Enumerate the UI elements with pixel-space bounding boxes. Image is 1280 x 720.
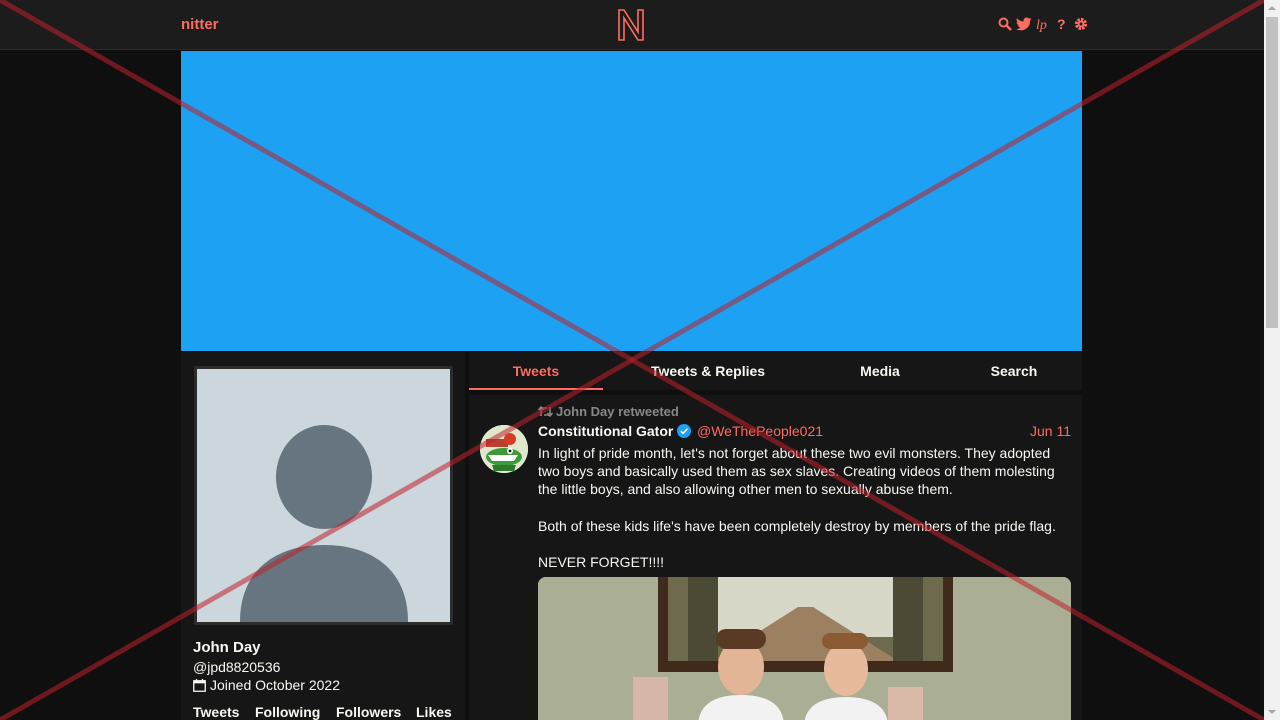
help-icon[interactable]: ? [1054,15,1070,33]
retweet-header: John Day retweeted [538,404,679,419]
profile-stats: Tweets Following Followers Likes [193,704,452,720]
tab-media[interactable]: Media [845,352,915,390]
svg-text:lp: lp [1036,18,1047,32]
tab-tweets-replies[interactable]: Tweets & Replies [639,352,777,390]
tweet-username[interactable]: @WeThePeople021 [697,423,823,439]
stat-following[interactable]: Following [255,704,336,720]
verified-icon [677,424,691,438]
tweet-text: In light of pride month, let's not forge… [538,445,1056,571]
tweet-fullname[interactable]: Constitutional Gator [538,423,673,439]
profile-username[interactable]: @jpd8820536 [193,659,280,675]
scroll-up-arrow-icon[interactable] [1268,4,1276,12]
profile-banner[interactable] [181,51,1082,351]
timeline-tabs: Tweets Tweets & Replies Media Search [469,352,1082,390]
tweet-avatar[interactable] [480,425,528,473]
nav-icons: lp ? [997,15,1089,33]
retweet-icon [538,406,553,417]
stat-tweets[interactable]: Tweets [193,704,255,720]
retweet-label[interactable]: John Day retweeted [556,404,679,419]
profile-fullname[interactable]: John Day [193,639,261,656]
profile-card: John Day @jpd8820536 Joined October 2022… [181,352,465,720]
nitter-logo[interactable] [617,8,645,47]
scroll-down-arrow-icon[interactable] [1268,708,1276,716]
joined-date: Joined October 2022 [210,677,340,693]
brand-link[interactable]: nitter [181,16,219,33]
stat-likes[interactable]: Likes [416,704,452,720]
default-avatar-icon [240,425,408,622]
timeline: John Day retweeted Constitutional Gator … [469,395,1082,720]
stat-followers[interactable]: Followers [336,704,416,720]
navbar: nitter lp ? [0,0,1264,50]
tweet-header: Constitutional Gator @WeThePeople021 Jun… [538,423,1071,441]
profile-joined: Joined October 2022 [193,677,340,693]
avatar[interactable] [197,369,450,622]
logo-n-icon [618,9,644,41]
tweet-image[interactable] [538,577,1071,720]
search-icon[interactable] [997,15,1013,33]
gear-icon[interactable] [1073,15,1089,33]
bird-icon[interactable] [1016,15,1032,33]
avatar-frame [194,366,453,625]
page-scrollbar[interactable] [1264,0,1280,720]
svg-text:?: ? [1057,17,1066,31]
gator-avatar-icon [480,425,528,473]
tweet-photo [538,577,1071,720]
lp-icon[interactable]: lp [1035,15,1051,33]
tweet-date[interactable]: Jun 11 [1030,423,1071,439]
calendar-icon [193,678,206,692]
scrollbar-thumb[interactable] [1266,17,1278,328]
tab-search[interactable]: Search [979,352,1049,390]
tab-tweets[interactable]: Tweets [469,352,603,390]
